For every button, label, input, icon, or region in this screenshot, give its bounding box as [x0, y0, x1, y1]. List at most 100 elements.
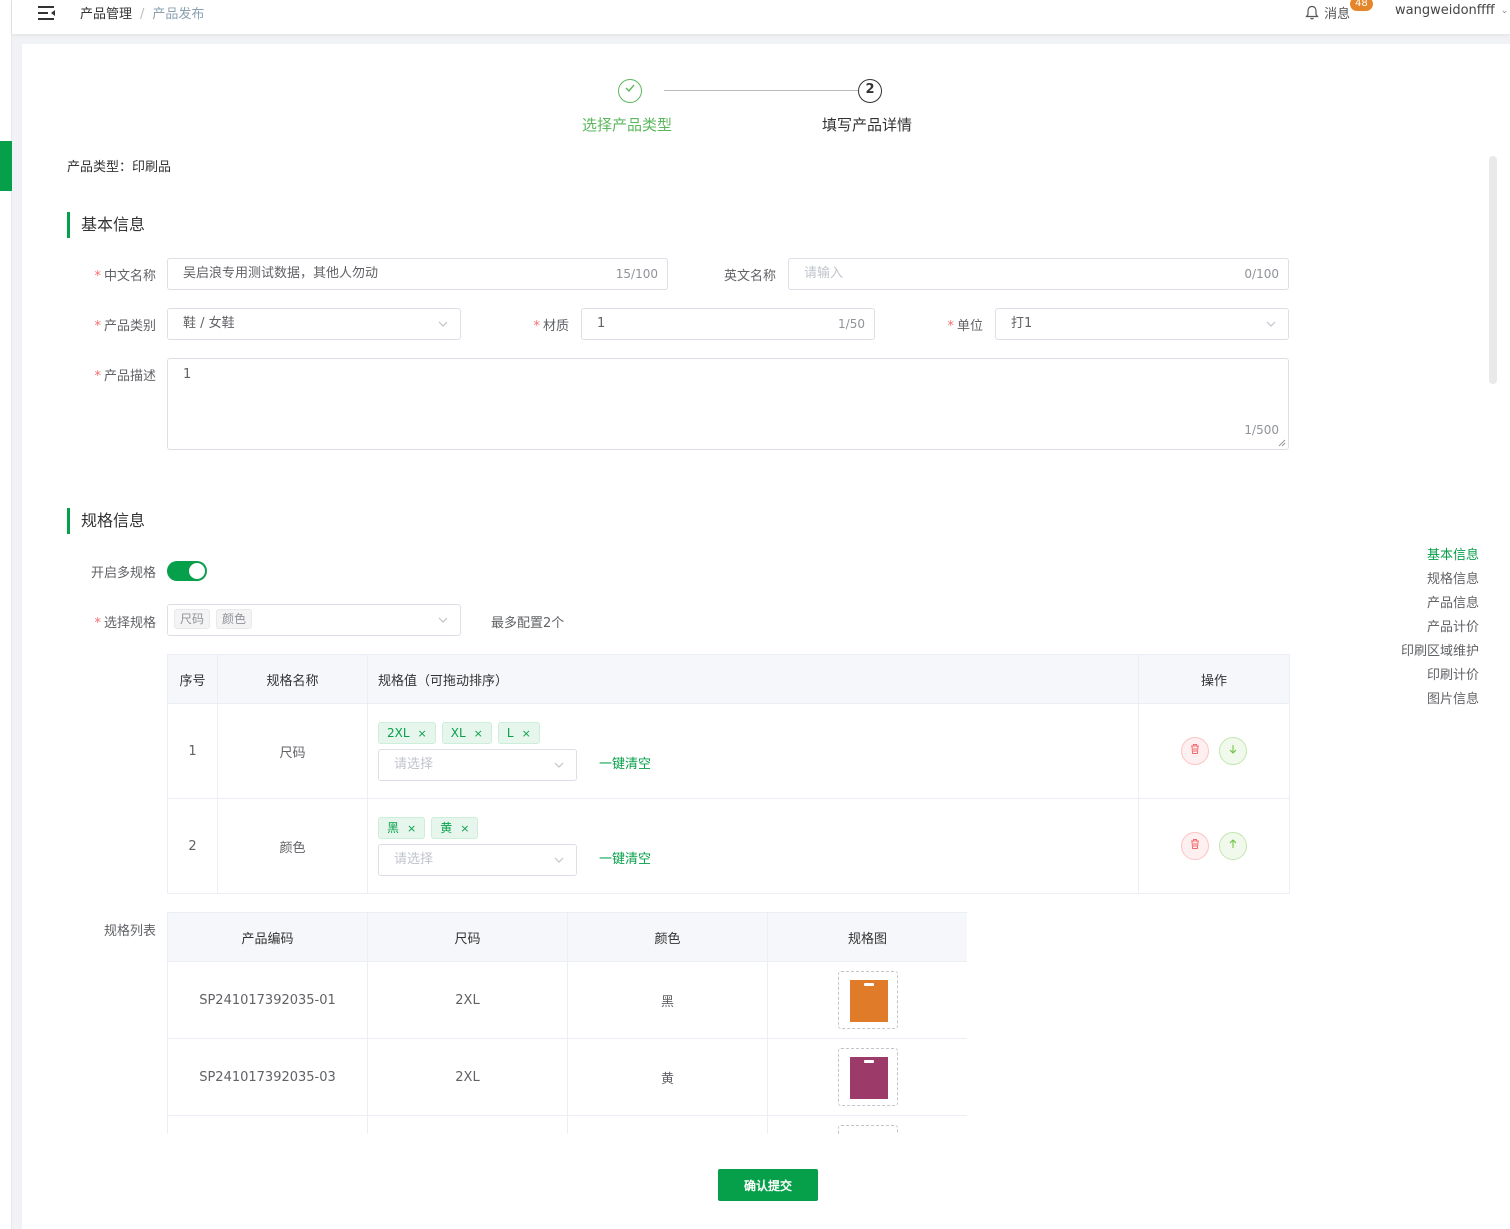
spec-table: 序号 规格名称 规格值（可拖动排序） 操作 1 尺码 2XL × XL × L × 请选择… — [167, 654, 1290, 894]
spec-image-upload[interactable] — [837, 1125, 898, 1134]
close-icon[interactable]: × — [522, 727, 531, 740]
material-input[interactable]: 1 1/50 — [581, 308, 875, 340]
breadcrumb-separator: / — [140, 7, 145, 22]
cn-name-count: 15/100 — [615, 267, 658, 281]
notice-label: 消息 — [1324, 7, 1351, 22]
anchor-print-pricing[interactable]: 印刷计价 — [1401, 664, 1479, 688]
notice-button[interactable]: 消息 48 — [1304, 0, 1373, 22]
color-value — [567, 1115, 768, 1134]
col-actions: 操作 — [1138, 654, 1290, 704]
product-code — [167, 1115, 368, 1134]
move-up-button[interactable] — [1219, 832, 1247, 860]
side-strip — [0, 0, 12, 1229]
side-strip-active-marker — [0, 141, 12, 191]
table-row: 2 颜色 黑 × 黄 × 请选择 一键清空 — [167, 798, 1290, 894]
anchor-image-info[interactable]: 图片信息 — [1401, 688, 1479, 712]
breadcrumb-product-management[interactable]: 产品管理 — [80, 7, 132, 22]
spec-value-tag: 2XL × — [378, 722, 436, 744]
chevron-down-icon: ⌄ — [1500, 6, 1509, 16]
en-name-placeholder: 请输入 — [804, 266, 844, 281]
bag-image — [849, 980, 888, 1022]
color-value: 黄 — [567, 1038, 768, 1116]
step-1-title: 选择产品类型 — [582, 116, 673, 134]
row-actions — [1138, 798, 1290, 894]
menu-fold-icon[interactable] — [38, 5, 56, 21]
trash-icon — [1191, 744, 1199, 754]
product-code: SP241017392035-01 — [167, 961, 368, 1039]
table-row: SP241017392035-03 2XL 黄 — [167, 1038, 967, 1116]
category-select[interactable]: 鞋 / 女鞋 — [167, 308, 461, 340]
spec-image-cell — [767, 961, 967, 1039]
trash-icon — [1191, 839, 1199, 849]
notice-badge: 48 — [1350, 0, 1373, 11]
desc-label: * 产品描述 — [94, 369, 156, 384]
steps: 选择产品类型 2 填写产品详情 — [22, 44, 1510, 144]
col-spec-name: 规格名称 — [217, 654, 368, 704]
clear-all-link[interactable]: 一键清空 — [599, 844, 651, 876]
move-down-button[interactable] — [1219, 737, 1247, 765]
unit-label: * 单位 — [947, 319, 983, 334]
close-icon[interactable]: × — [460, 822, 469, 835]
unit-select[interactable]: 打1 — [995, 308, 1289, 340]
desc-textarea[interactable]: 1 1/500 — [167, 358, 1289, 450]
col-spec-values: 规格值（可拖动排序） — [367, 654, 1139, 704]
spec-value-select[interactable]: 请选择 — [378, 749, 577, 781]
close-icon[interactable]: × — [474, 727, 483, 740]
anchor-basic-info[interactable]: 基本信息 — [1401, 544, 1479, 568]
step-2-title: 填写产品详情 — [822, 116, 913, 134]
delete-button[interactable] — [1181, 832, 1209, 860]
multi-spec-label: 开启多规格 — [90, 566, 156, 581]
user-menu[interactable]: wangweidonffff ⌄ — [1395, 3, 1508, 18]
spec-list-table: 产品编码 尺码 颜色 规格图 SP241017392035-01 2XL 黑 S… — [167, 912, 967, 1134]
spec-value-tag: 黄 × — [431, 817, 479, 839]
material-value: 1 — [597, 316, 606, 331]
section-basic-info-title: 基本信息 — [67, 212, 145, 238]
spec-value-select[interactable]: 请选择 — [378, 844, 577, 876]
col-index: 序号 — [167, 654, 218, 704]
page-scrollbar[interactable] — [1489, 156, 1497, 384]
anchor-product-pricing[interactable]: 产品计价 — [1401, 616, 1479, 640]
anchor-product-info[interactable]: 产品信息 — [1401, 592, 1479, 616]
submit-button[interactable]: 确认提交 — [718, 1169, 818, 1201]
anchor-print-area[interactable]: 印刷区域维护 — [1401, 640, 1479, 664]
close-icon[interactable]: × — [418, 727, 427, 740]
spec-image-upload[interactable] — [837, 1048, 898, 1106]
chevron-down-icon — [438, 617, 448, 623]
spec-value-tag: XL × — [441, 722, 492, 744]
category-value: 鞋 / 女鞋 — [183, 316, 235, 331]
select-spec-label: * 选择规格 — [94, 616, 156, 631]
spec-list-scroll[interactable]: 产品编码 尺码 颜色 规格图 SP241017392035-01 2XL 黑 S… — [167, 912, 967, 1134]
en-name-label: 英文名称 — [723, 269, 776, 284]
delete-button[interactable] — [1181, 737, 1209, 765]
step-connector — [664, 90, 876, 91]
clear-all-link[interactable]: 一键清空 — [599, 749, 651, 781]
step-1-check-icon — [618, 79, 642, 103]
en-name-input[interactable]: 请输入 0/100 — [788, 258, 1289, 290]
chevron-down-icon — [554, 857, 564, 863]
spec-multi-select[interactable]: 尺码 颜色 — [167, 604, 461, 636]
product-code: SP241017392035-03 — [167, 1038, 368, 1116]
col-product-code: 产品编码 — [167, 912, 368, 962]
cn-name-input[interactable]: 吴启浪专用测试数据，其他人勿动 15/100 — [167, 258, 668, 290]
close-icon[interactable]: × — [407, 822, 416, 835]
selected-spec-tag: 颜色 — [216, 609, 253, 629]
spec-list-header: 产品编码 尺码 颜色 规格图 — [167, 912, 967, 962]
selected-spec-tag: 尺码 — [174, 609, 211, 629]
desc-value: 1 — [183, 367, 192, 382]
spec-value-tag: L × — [497, 722, 540, 744]
col-size: 尺码 — [367, 912, 568, 962]
cn-name-value: 吴启浪专用测试数据，其他人勿动 — [183, 266, 379, 281]
resize-handle-icon[interactable] — [1278, 439, 1286, 447]
multi-spec-switch[interactable] — [167, 561, 207, 581]
col-spec-image: 规格图 — [767, 912, 967, 962]
breadcrumb-product-publish: 产品发布 — [152, 7, 205, 22]
spec-image-cell — [767, 1115, 967, 1134]
spec-image-upload[interactable] — [837, 971, 898, 1029]
table-row — [167, 1115, 967, 1134]
step-2-number: 2 — [858, 79, 882, 103]
spec-table-header: 序号 规格名称 规格值（可拖动排序） 操作 — [167, 654, 1290, 704]
section-spec-info-title: 规格信息 — [67, 508, 145, 534]
desc-count: 1/500 — [1244, 423, 1279, 437]
anchor-nav: 基本信息 规格信息 产品信息 产品计价 印刷区域维护 印刷计价 图片信息 — [1401, 544, 1479, 712]
anchor-spec-info[interactable]: 规格信息 — [1401, 568, 1479, 592]
